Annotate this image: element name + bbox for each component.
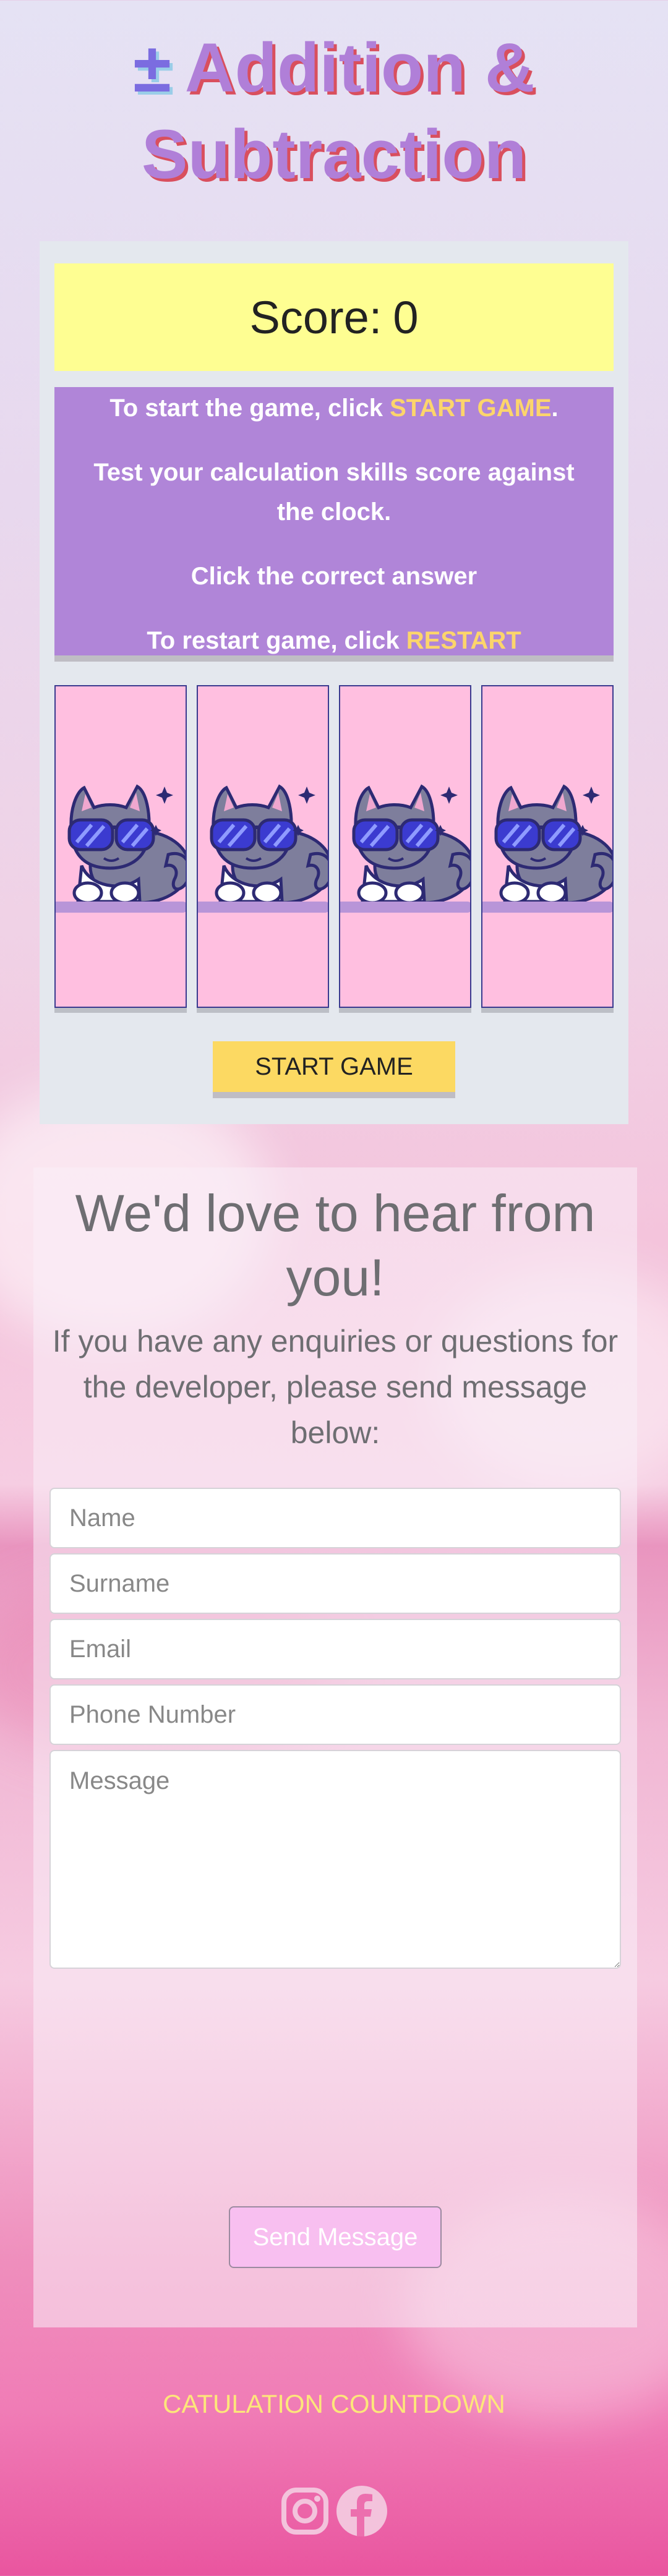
cat-sunglasses-icon [197, 756, 329, 941]
instruction-start: To start the game, click START GAME. [73, 388, 595, 428]
instruction-restart-highlight: RESTART [406, 627, 521, 654]
instruction-start-highlight: START GAME [390, 395, 552, 422]
answer-card-4[interactable] [481, 685, 614, 1008]
answer-card-1[interactable] [54, 685, 187, 1008]
footer-brand: CATULATION COUNTDOWN [163, 2389, 505, 2418]
cat-sunglasses-icon [339, 756, 471, 941]
instruction-test: Test your calculation skills score again… [93, 459, 575, 526]
instruction-restart-text: To restart game, click [147, 627, 400, 654]
answer-card-3[interactable] [339, 685, 471, 1008]
page-title-text: Addition & Subtraction [141, 29, 535, 193]
instruction-start-text: To start the game, click [109, 395, 383, 422]
message-textarea[interactable] [49, 1750, 621, 1969]
cat-sunglasses-icon [481, 756, 614, 941]
cat-sunglasses-icon [54, 756, 187, 941]
score-bar: Score: 0 [54, 263, 614, 371]
contact-subheading: If you have any enquiries or questions f… [52, 1324, 619, 1450]
instructions-box: To start the game, click START GAME. Tes… [54, 387, 614, 662]
contact-section: We'd love to hear from you! If you have … [33, 1167, 637, 2327]
answer-card-2[interactable] [197, 685, 329, 1008]
email-input[interactable] [49, 1619, 621, 1679]
instagram-icon[interactable] [278, 2484, 332, 2538]
instruction-click: Click the correct answer [191, 563, 477, 590]
page-title: ± Addition & Subtraction [0, 25, 668, 198]
plus-minus-icon: ± [133, 29, 171, 106]
phone-input[interactable] [49, 1684, 621, 1745]
instruction-restart: To restart game, click RESTART [73, 621, 595, 660]
start-game-button[interactable]: START GAME [213, 1041, 455, 1098]
contact-heading: We'd love to hear from you! [75, 1184, 596, 1307]
score-value: 0 [393, 291, 419, 343]
answer-cards [54, 685, 614, 1014]
instruction-start-suffix: . [551, 395, 559, 422]
send-message-button[interactable]: Send Message [229, 2206, 442, 2268]
game-panel: Score: 0 To start the game, click START … [40, 241, 628, 1124]
surname-input[interactable] [49, 1553, 621, 1614]
score-label: Score: [249, 291, 382, 343]
name-input[interactable] [49, 1488, 621, 1548]
facebook-icon[interactable] [335, 2484, 388, 2538]
